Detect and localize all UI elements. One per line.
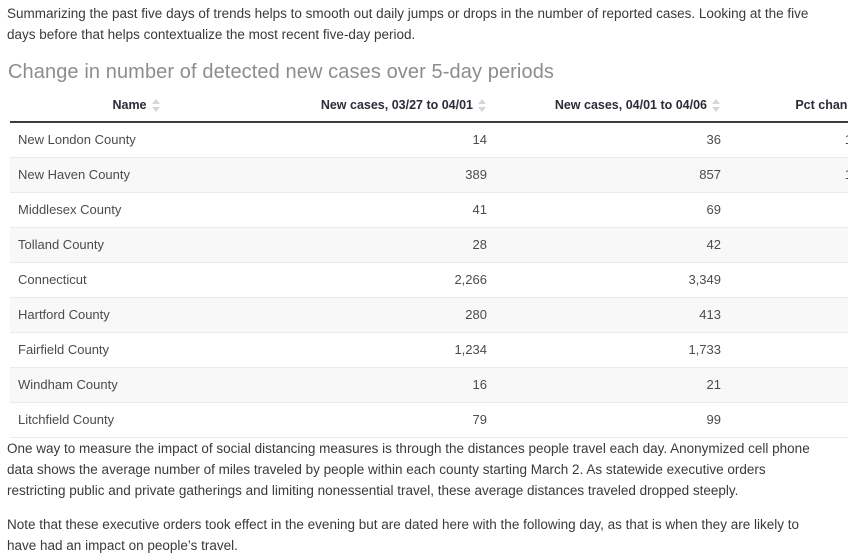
cell-new-cases-period-1: 41 xyxy=(261,192,495,228)
column-header-name-inner: Name xyxy=(110,98,160,112)
table-row[interactable]: Fairfield County1,2341,73340% xyxy=(10,332,848,368)
page-title: Change in number of detected new cases o… xyxy=(8,61,555,83)
sort-desc-arrow xyxy=(151,106,160,112)
page-container: Summarizing the past five days of trends… xyxy=(0,0,848,553)
intro-paragraph: Summarizing the past five days of trends… xyxy=(7,6,809,42)
cell-name: Windham County xyxy=(10,367,261,403)
table-row[interactable]: New London County1436157% xyxy=(10,122,848,158)
cell-new-cases-period-2: 413 xyxy=(495,297,729,333)
column-header-pct-change-label: Pct change xyxy=(795,98,848,112)
cell-pct-change: 48% xyxy=(729,262,848,298)
sort-desc-arrow xyxy=(712,106,720,112)
cell-new-cases-period-1: 79 xyxy=(261,402,495,438)
table-body: New London County1436157%New Haven Count… xyxy=(10,122,848,438)
cell-new-cases-period-1: 28 xyxy=(261,227,495,263)
column-header-name[interactable]: Name xyxy=(10,98,261,123)
cell-name: Tolland County xyxy=(10,227,261,263)
cell-pct-change: 120% xyxy=(729,157,848,193)
column-header-period-1-label: New cases, 03/27 to 04/01 xyxy=(320,98,473,112)
cell-pct-change: 50% xyxy=(729,227,848,263)
table-row[interactable]: Tolland County284250% xyxy=(10,227,848,263)
table-row[interactable]: New Haven County389857120% xyxy=(10,157,848,193)
table-container: Name New cases, 03/27 to 04/01 New cases… xyxy=(0,85,848,438)
cell-name: Litchfield County xyxy=(10,402,261,438)
table-row[interactable]: Connecticut2,2663,34948% xyxy=(10,262,848,298)
cell-new-cases-period-2: 36 xyxy=(495,122,729,158)
outro-container: One way to measure the impact of social … xyxy=(0,438,848,556)
cell-name: Middlesex County xyxy=(10,192,261,228)
column-header-period-2-inner: New cases, 04/01 to 04/06 xyxy=(555,98,721,112)
column-header-period-2-label: New cases, 04/01 to 04/06 xyxy=(554,98,707,112)
sort-asc-arrow xyxy=(151,98,160,104)
table-header-row: Name New cases, 03/27 to 04/01 New cases… xyxy=(10,98,848,123)
outro-paragraph-1: One way to measure the impact of social … xyxy=(7,441,810,498)
table-header: Name New cases, 03/27 to 04/01 New cases… xyxy=(10,98,848,123)
column-header-period-1[interactable]: New cases, 03/27 to 04/01 xyxy=(261,98,495,123)
cell-pct-change: 31% xyxy=(729,367,848,403)
sort-both-icon[interactable] xyxy=(712,98,721,112)
cell-new-cases-period-1: 280 xyxy=(261,297,495,333)
table-row[interactable]: Hartford County28041348% xyxy=(10,297,848,333)
cell-new-cases-period-2: 3,349 xyxy=(495,262,729,298)
cell-new-cases-period-2: 69 xyxy=(495,192,729,228)
sort-both-icon[interactable] xyxy=(151,98,161,112)
cell-new-cases-period-2: 99 xyxy=(495,402,729,438)
sort-asc-arrow xyxy=(712,98,720,104)
cell-name: New London County xyxy=(10,122,261,158)
column-header-period-2[interactable]: New cases, 04/01 to 04/06 xyxy=(495,98,729,123)
cell-new-cases-period-2: 1,733 xyxy=(495,332,729,368)
cell-name: Hartford County xyxy=(10,297,261,333)
column-header-name-label: Name xyxy=(112,98,147,112)
sort-desc-arrow xyxy=(478,106,486,112)
cell-name: Connecticut xyxy=(10,262,261,298)
cell-new-cases-period-2: 21 xyxy=(495,367,729,403)
column-header-pct-change-inner: Pct change xyxy=(795,98,848,112)
cell-new-cases-period-1: 14 xyxy=(261,122,495,158)
cell-new-cases-period-1: 16 xyxy=(261,367,495,403)
column-header-pct-change[interactable]: Pct change xyxy=(729,98,848,123)
column-header-period-1-inner: New cases, 03/27 to 04/01 xyxy=(321,98,487,112)
sort-both-icon[interactable] xyxy=(478,98,487,112)
sort-asc-arrow xyxy=(478,98,486,104)
cell-pct-change: 25% xyxy=(729,402,848,438)
cell-new-cases-period-2: 857 xyxy=(495,157,729,193)
cell-new-cases-period-2: 42 xyxy=(495,227,729,263)
table-row[interactable]: Middlesex County416968% xyxy=(10,192,848,228)
cell-pct-change: 157% xyxy=(729,122,848,158)
cell-name: New Haven County xyxy=(10,157,261,193)
cell-new-cases-period-1: 389 xyxy=(261,157,495,193)
cell-pct-change: 40% xyxy=(729,332,848,368)
cell-pct-change: 48% xyxy=(729,297,848,333)
cases-table: Name New cases, 03/27 to 04/01 New cases… xyxy=(10,98,848,438)
cell-name: Fairfield County xyxy=(10,332,261,368)
table-row[interactable]: Windham County162131% xyxy=(10,367,848,403)
cell-new-cases-period-1: 2,266 xyxy=(261,262,495,298)
cell-new-cases-period-1: 1,234 xyxy=(261,332,495,368)
cell-pct-change: 68% xyxy=(729,192,848,228)
table-row[interactable]: Litchfield County799925% xyxy=(10,402,848,438)
